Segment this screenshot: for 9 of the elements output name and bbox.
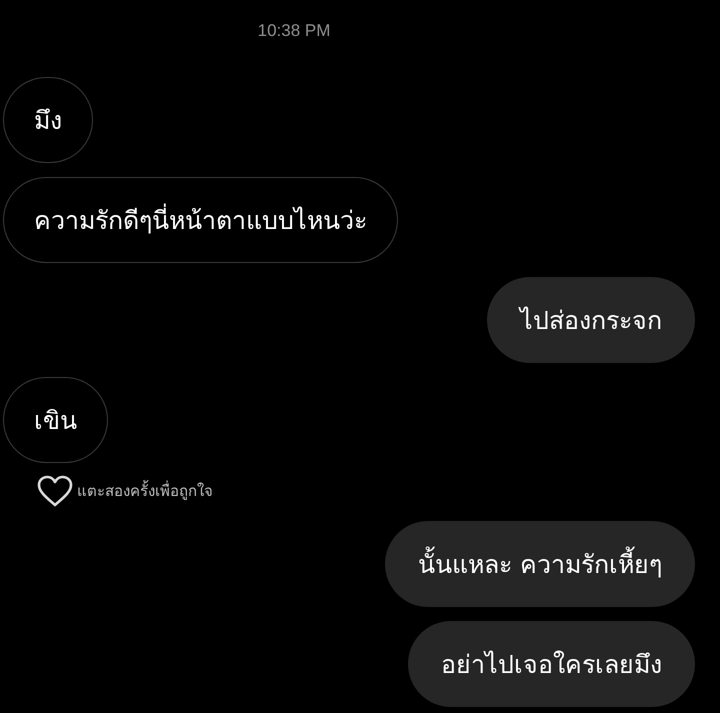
sent-message-bubble: นั้นแหละ ความรักเหี้ยๆ <box>385 521 695 607</box>
sent-message-bubble: ไปส่องกระจก <box>487 277 695 363</box>
received-message-bubble: เขิน <box>3 377 108 463</box>
heart-icon[interactable] <box>37 475 73 507</box>
received-message-bubble: มึง <box>3 77 93 163</box>
received-message-bubble: ความรักดีๆนี่หน้าตาแบบไหนว่ะ <box>3 177 398 263</box>
double-tap-hint: แตะสองครั้งเพื่อถูกใจ <box>77 479 213 502</box>
timestamp: 10:38 PM <box>258 20 330 42</box>
sent-message-bubble: อย่าไปเจอใครเลยมึง <box>408 621 695 707</box>
